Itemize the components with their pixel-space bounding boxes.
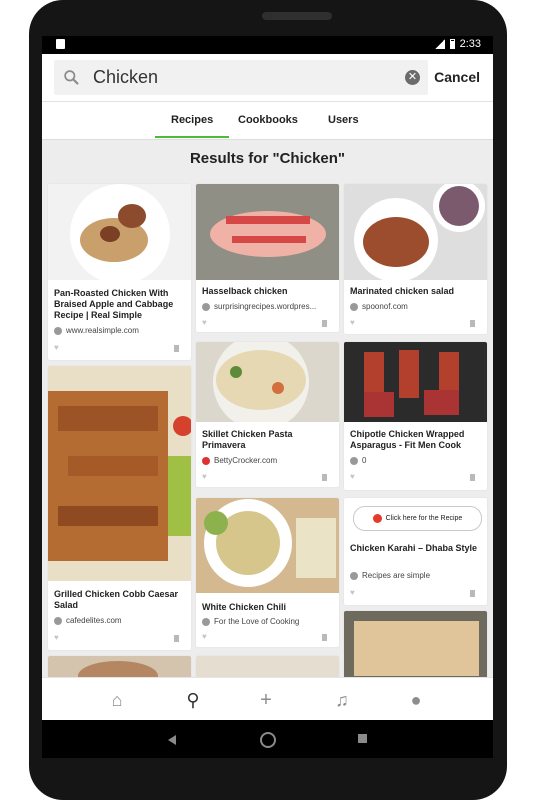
source-text: BettyCrocker.com <box>214 456 278 465</box>
source-text: Recipes are simple <box>362 571 431 580</box>
recipe-source: For the Love of Cooking <box>202 617 299 626</box>
recipe-photo <box>196 342 339 422</box>
recipe-card[interactable]: Marinated chicken salad spoonof.com <box>344 184 487 334</box>
heart-icon[interactable] <box>350 472 357 481</box>
bookmark-icon[interactable] <box>322 634 327 641</box>
home-icon[interactable]: ⌂ <box>108 691 126 709</box>
profile-icon[interactable]: ● <box>407 691 425 709</box>
recipe-title: Hasselback chicken <box>202 286 288 296</box>
heart-icon[interactable] <box>54 633 61 642</box>
heart-icon[interactable] <box>350 318 357 327</box>
sd-card-icon <box>56 39 65 49</box>
search-input[interactable]: Chicken ✕ <box>54 60 428 95</box>
battery-icon <box>449 39 455 49</box>
recipe-title: Pan-Roasted Chicken With Braised Apple a… <box>54 288 174 320</box>
heart-icon[interactable] <box>202 632 209 641</box>
bookmark-icon[interactable] <box>322 474 327 481</box>
source-icon <box>54 616 62 625</box>
recipe-source: www.realsimple.com <box>54 326 139 335</box>
source-icon <box>350 302 358 311</box>
bookmark-icon[interactable] <box>174 635 179 642</box>
speaker <box>262 12 332 20</box>
add-icon[interactable]: + <box>257 690 275 710</box>
home-button-icon[interactable] <box>260 732 276 748</box>
status-bar: 2:33 <box>42 36 493 54</box>
signal-icon <box>434 39 445 49</box>
bookmark-icon[interactable] <box>470 320 475 327</box>
tab-users[interactable]: Users <box>328 114 359 126</box>
source-icon <box>202 302 210 311</box>
tab-cookbooks[interactable]: Cookbooks <box>238 114 298 126</box>
bookmark-icon[interactable] <box>174 345 179 352</box>
recipe-card[interactable]: Hasselback chicken surprisingrecipes.wor… <box>196 184 339 332</box>
heart-icon[interactable] <box>202 472 209 481</box>
recipe-title: Skillet Chicken Pasta Primavera <box>202 429 293 450</box>
search-icon <box>64 70 79 85</box>
tab-recipes[interactable]: Recipes <box>171 114 213 126</box>
recipe-card[interactable]: White Chicken Chili For the Love of Cook… <box>196 498 339 647</box>
cancel-button[interactable]: Cancel <box>434 69 480 85</box>
recipe-title: Chicken Karahi – Dhaba Style <box>350 543 478 553</box>
recipe-photo <box>344 342 487 422</box>
recipe-source: 0 <box>350 456 366 465</box>
bookmark-icon[interactable] <box>470 590 475 597</box>
recipe-card[interactable]: Pan-Roasted Chicken With Braised Apple a… <box>48 184 191 360</box>
recipe-source: surprisingrecipes.wordpres... <box>202 302 316 311</box>
status-time: 2:33 <box>459 38 481 50</box>
source-text: www.realsimple.com <box>66 326 139 335</box>
recipe-source: BettyCrocker.com <box>202 456 277 465</box>
bell-icon[interactable]: ♫ <box>333 691 351 709</box>
bottom-navigation: ⌂ ⚲ + ♫ ● <box>42 677 493 720</box>
source-text: spoonof.com <box>362 302 408 311</box>
recipe-photo <box>344 184 487 280</box>
recipe-title: Grilled Chicken Cobb Caesar Salad <box>54 589 179 610</box>
recipe-title: Chipotle Chicken Wrapped Asparagus - Fit… <box>350 429 465 450</box>
source-icon <box>202 617 210 626</box>
source-icon <box>350 571 358 580</box>
heart-icon[interactable] <box>202 318 209 327</box>
recipe-card[interactable]: Chipotle Chicken Wrapped Asparagus - Fit… <box>344 342 487 490</box>
recipe-link-label: Click here for the Recipe <box>385 515 463 522</box>
search-icon[interactable]: ⚲ <box>184 691 202 709</box>
heart-icon[interactable] <box>350 588 357 597</box>
bookmark-icon[interactable] <box>322 320 327 327</box>
back-icon[interactable] <box>168 735 176 745</box>
recipe-card[interactable]: Skillet Chicken Pasta Primavera BettyCro… <box>196 342 339 487</box>
recipe-card[interactable] <box>344 611 487 686</box>
recipe-source: Recipes are simple <box>350 571 430 580</box>
recipe-photo <box>344 611 487 686</box>
status-right: 2:33 <box>434 38 481 50</box>
source-text: surprisingrecipes.wordpres... <box>214 302 317 311</box>
recipe-card[interactable]: Grilled Chicken Cobb Caesar Salad cafede… <box>48 366 191 650</box>
app-screen: 2:33 Chicken ✕ Cancel Recipes Cookbooks … <box>42 36 493 720</box>
active-tab-indicator <box>155 136 229 138</box>
search-query: Chicken <box>93 67 159 87</box>
recipe-source: spoonof.com <box>350 302 408 311</box>
system-navigation-bar <box>42 720 493 758</box>
source-icon <box>54 326 62 335</box>
search-bar: Chicken ✕ Cancel <box>42 54 493 101</box>
recipe-photo <box>196 498 339 593</box>
recipe-photo <box>48 184 191 280</box>
bookmark-icon[interactable] <box>470 474 475 481</box>
recipe-photo <box>48 366 191 581</box>
recent-apps-icon[interactable] <box>358 734 367 743</box>
recipe-photo <box>196 184 339 280</box>
source-text: For the Love of Cooking <box>214 617 300 626</box>
recipe-link-button[interactable]: Click here for the Recipe <box>353 506 482 531</box>
heart-icon[interactable] <box>54 343 61 352</box>
recipe-source: cafedelites.com <box>54 616 122 625</box>
recipe-title: White Chicken Chili <box>202 602 287 612</box>
results-title: Results for "Chicken" <box>189 150 346 167</box>
clear-icon[interactable]: ✕ <box>405 70 420 85</box>
source-icon <box>202 456 210 465</box>
recipe-app-icon <box>372 514 382 523</box>
recipe-title: Marinated chicken salad <box>350 286 455 296</box>
source-icon <box>350 456 358 465</box>
recipe-card[interactable]: Click here for the Recipe Chicken Karahi… <box>344 498 487 605</box>
tab-bar: Recipes Cookbooks Users <box>42 101 493 140</box>
source-text: 0 <box>362 456 367 465</box>
source-text: cafedelites.com <box>66 616 122 625</box>
